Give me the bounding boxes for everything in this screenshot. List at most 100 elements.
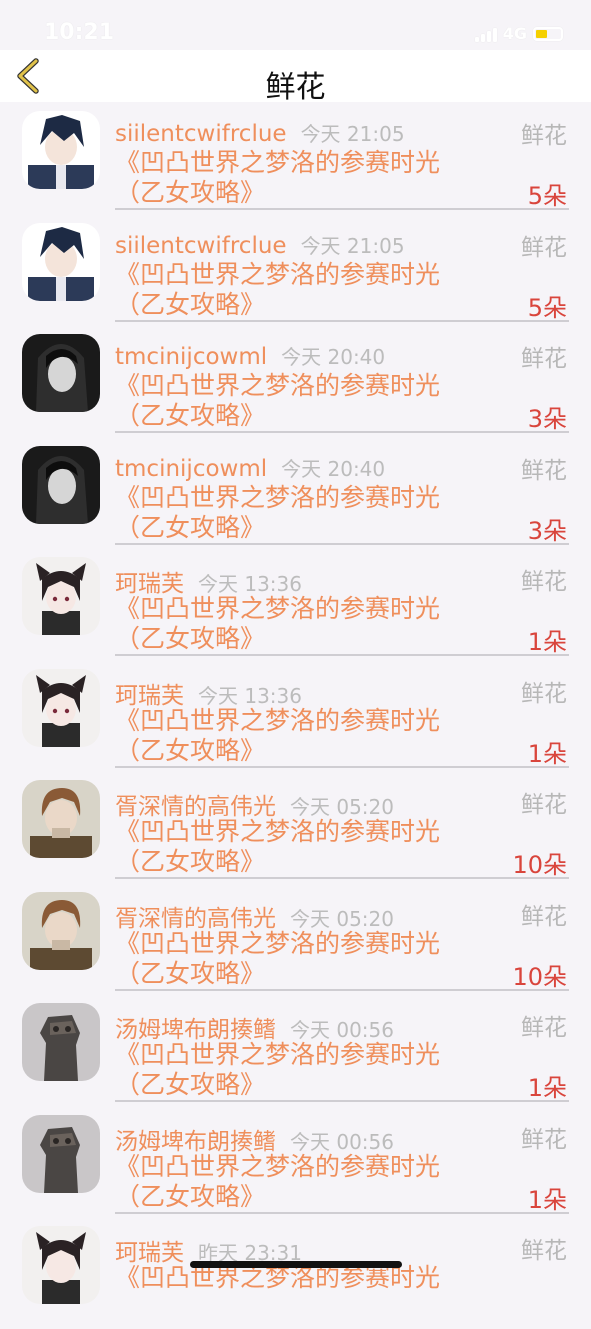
book-title-line2: （乙女攻略》 xyxy=(115,178,266,207)
row-divider xyxy=(115,208,569,210)
flower-count: 1朵 xyxy=(527,739,567,768)
user-name[interactable]: siilentcwifrclue 今天 21:05 xyxy=(115,230,405,259)
gift-time: 今天 20:40 xyxy=(281,456,386,481)
book-title[interactable]: 《凹凸世界之梦洛的参赛时光 （乙女攻略》 xyxy=(115,817,475,877)
book-title-line1: 《凹凸世界之梦洛的参赛时光 xyxy=(115,1151,441,1181)
gift-time: 今天 13:36 xyxy=(198,572,302,596)
flower-count: 5朵 xyxy=(527,293,567,322)
list-item[interactable]: 胥深情的高伟光 今天 05:20 鲜花 《凹凸世界之梦洛的参赛时光 （乙女攻略》 … xyxy=(0,883,591,995)
home-indicator[interactable] xyxy=(190,1261,402,1268)
avatar-girl-cat-ears-icon xyxy=(22,1226,100,1304)
list-item[interactable]: tmcinijcowml 今天 20:40 鲜花 《凹凸世界之梦洛的参赛时光 （乙… xyxy=(0,437,591,549)
book-title-line2: （乙女攻略》 xyxy=(115,512,266,542)
gift-time: 今天 20:40 xyxy=(281,345,386,369)
book-title[interactable]: 《凹凸世界之梦洛的参赛时光 （乙女攻略》 xyxy=(115,706,475,766)
avatar-woman-monochrome-icon xyxy=(22,334,100,412)
book-title[interactable]: 《凹凸世界之梦洛的参赛时光 （乙女攻略》 xyxy=(115,483,475,543)
avatar[interactable] xyxy=(22,445,100,524)
gift-type-label: 鲜花 xyxy=(521,792,567,818)
book-title[interactable]: 《凹凸世界之梦洛的参赛时光 （乙女攻略》 xyxy=(115,371,475,431)
row-divider xyxy=(115,1100,569,1102)
list-item[interactable]: 汤姆埤布朗揍鳍 今天 00:56 鲜花 《凹凸世界之梦洛的参赛时光 （乙女攻略》 … xyxy=(0,994,591,1106)
gift-type-label: 鲜花 xyxy=(521,1015,567,1041)
book-title[interactable]: 《凹凸世界之梦洛的参赛时光 （乙女攻略》 xyxy=(115,929,475,989)
status-indicators: 4G xyxy=(474,24,563,43)
user-name[interactable]: 胥深情的高伟光 今天 05:20 xyxy=(115,787,394,821)
avatar[interactable] xyxy=(22,891,100,970)
status-time: 10:21 xyxy=(44,20,115,45)
gift-type-label: 鲜花 xyxy=(521,1238,567,1264)
gift-time: 今天 00:56 xyxy=(290,1018,394,1042)
gift-time: 今天 21:05 xyxy=(300,122,405,146)
book-title-line1: 《凹凸世界之梦洛的参赛时光 xyxy=(115,148,441,177)
book-title-line2: （乙女攻略》 xyxy=(115,289,266,319)
avatar[interactable] xyxy=(22,668,100,747)
list-item[interactable]: 胥深情的高伟光 今天 05:20 鲜花 《凹凸世界之梦洛的参赛时光 （乙女攻略》 … xyxy=(0,771,591,883)
nav-bar: 鲜花 xyxy=(0,50,591,105)
flower-count: 1朵 xyxy=(527,1074,567,1102)
book-title[interactable]: 《凹凸世界之梦洛的参赛时光 （乙女攻略》 xyxy=(115,260,475,320)
avatar[interactable] xyxy=(22,1226,100,1304)
row-divider xyxy=(115,654,569,656)
list-item[interactable]: 珂瑞芙 今天 13:36 鲜花 《凹凸世界之梦洛的参赛时光 （乙女攻略》 1朵 xyxy=(0,548,591,660)
user-name[interactable]: tmcinijcowml 今天 20:40 xyxy=(115,453,385,482)
avatar-boy-dark-hair-icon xyxy=(22,222,100,301)
book-title-line2: （乙女攻略》 xyxy=(115,1070,266,1099)
book-title-line2: （乙女攻略》 xyxy=(115,624,266,653)
user-name[interactable]: tmcinijcowml 今天 20:40 xyxy=(115,341,385,370)
flower-count: 1朵 xyxy=(527,1185,567,1214)
avatar-woman-monochrome-icon xyxy=(22,445,100,524)
book-title-line1: 《凹凸世界之梦洛的参赛时光 xyxy=(115,259,441,289)
gift-type-label: 鲜花 xyxy=(521,569,567,595)
avatar[interactable] xyxy=(22,222,100,301)
list-item[interactable]: 汤姆埤布朗揍鳍 今天 00:56 鲜花 《凹凸世界之梦洛的参赛时光 （乙女攻略》 … xyxy=(0,1106,591,1218)
flower-gift-list: siilentcwifrclue 今天 21:05 鲜花 《凹凸世界之梦洛的参赛时… xyxy=(0,102,591,1329)
book-title-line2: （乙女攻略》 xyxy=(115,1181,266,1211)
list-item[interactable]: siilentcwifrclue 今天 21:05 鲜花 《凹凸世界之梦洛的参赛时… xyxy=(0,102,591,214)
gift-time: 今天 05:20 xyxy=(290,795,394,819)
flower-count: 3朵 xyxy=(527,516,567,545)
list-item[interactable]: 珂瑞芙 昨天 23:31 鲜花 《凹凸世界之梦洛的参赛时光 xyxy=(0,1217,591,1329)
book-title-line2: （乙女攻略》 xyxy=(115,847,266,876)
user-name[interactable]: 珂瑞芙 今天 13:36 xyxy=(115,676,302,710)
user-name[interactable]: 汤姆埤布朗揍鳍 今天 00:56 xyxy=(115,1122,394,1156)
book-title-line1: 《凹凸世界之梦洛的参赛时光 xyxy=(115,594,441,623)
flower-count: 3朵 xyxy=(527,405,567,433)
flower-count: 1朵 xyxy=(527,628,567,656)
avatar[interactable] xyxy=(22,1003,100,1081)
gift-type-label: 鲜花 xyxy=(521,346,567,372)
flower-count: 10朵 xyxy=(512,851,567,879)
avatar[interactable] xyxy=(22,557,100,635)
list-item[interactable]: tmcinijcowml 今天 20:40 鲜花 《凹凸世界之梦洛的参赛时光 （乙… xyxy=(0,325,591,437)
row-divider xyxy=(115,765,569,768)
page-title: 鲜花 xyxy=(265,70,326,105)
avatar-boy-brown-hair-icon xyxy=(22,780,100,858)
book-title[interactable]: 《凹凸世界之梦洛的参赛时光 （乙女攻略》 xyxy=(115,1152,475,1212)
gift-type-label: 鲜花 xyxy=(521,457,567,484)
user-name[interactable]: 汤姆埤布朗揍鳍 今天 00:56 xyxy=(115,1010,394,1044)
gift-type-label: 鲜花 xyxy=(521,903,567,930)
list-item[interactable]: siilentcwifrclue 今天 21:05 鲜花 《凹凸世界之梦洛的参赛时… xyxy=(0,214,591,326)
avatar-boy-dark-hair-icon xyxy=(22,111,100,189)
list-item[interactable]: 珂瑞芙 今天 13:36 鲜花 《凹凸世界之梦洛的参赛时光 （乙女攻略》 1朵 xyxy=(0,660,591,772)
book-title[interactable]: 《凹凸世界之梦洛的参赛时光 （乙女攻略》 xyxy=(115,594,475,654)
book-title[interactable]: 《凹凸世界之梦洛的参赛时光 （乙女攻略》 xyxy=(115,1040,475,1100)
avatar[interactable] xyxy=(22,780,100,858)
avatar[interactable] xyxy=(22,111,100,189)
book-title-line1: 《凹凸世界之梦洛的参赛时光 xyxy=(115,1040,441,1069)
avatar-boy-brown-hair-icon xyxy=(22,891,100,970)
user-name[interactable]: siilentcwifrclue 今天 21:05 xyxy=(115,118,405,147)
row-divider xyxy=(115,1211,569,1214)
user-name[interactable]: 胥深情的高伟光 今天 05:20 xyxy=(115,899,394,933)
avatar[interactable] xyxy=(22,1114,100,1193)
status-bar: 10:21 4G xyxy=(0,0,591,50)
battery-icon xyxy=(533,26,563,41)
gift-time: 今天 13:36 xyxy=(198,683,302,708)
avatar[interactable] xyxy=(22,334,100,412)
book-title[interactable]: 《凹凸世界之梦洛的参赛时光 （乙女攻略》 xyxy=(115,148,475,208)
flower-count: 5朵 xyxy=(527,182,567,210)
avatar-girl-cat-ears-icon xyxy=(22,557,100,635)
gift-type-label: 鲜花 xyxy=(521,680,567,707)
gift-time: 今天 00:56 xyxy=(290,1129,394,1154)
user-name[interactable]: 珂瑞芙 今天 13:36 xyxy=(115,564,302,598)
